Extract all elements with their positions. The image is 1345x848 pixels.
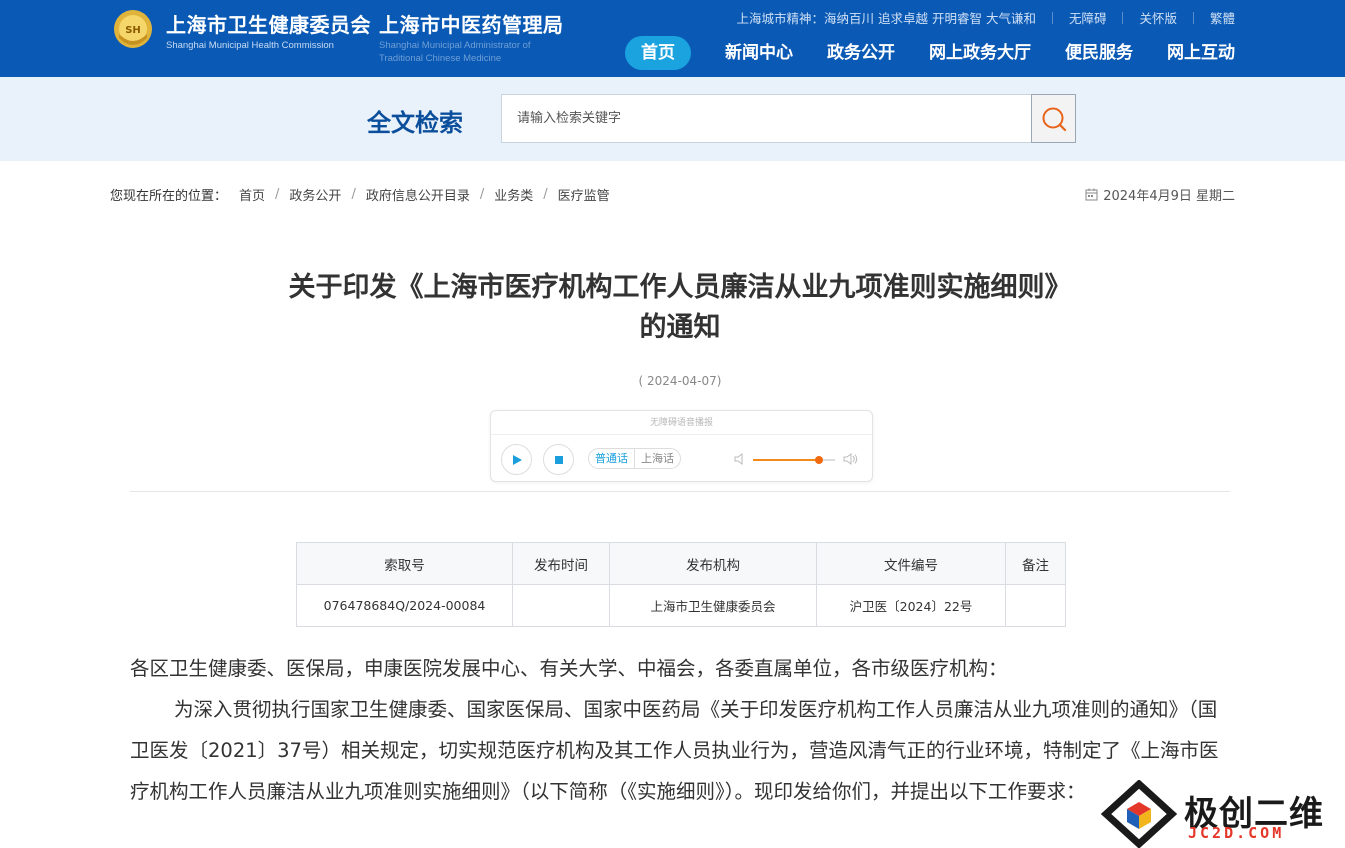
table-header-cell: 发布时间 — [512, 542, 610, 585]
table-header-cell: 发布机构 — [609, 542, 817, 585]
table-cell: 沪卫医〔2024〕22号 — [816, 584, 1006, 627]
volume-low-icon[interactable] — [734, 452, 746, 466]
document-info-table: 索取号 发布时间 发布机构 文件编号 备注 076478684Q/2024-00… — [296, 542, 1066, 627]
watermark-logo — [1100, 780, 1178, 848]
section-divider — [130, 491, 1230, 492]
table-cell — [1005, 584, 1066, 627]
watermark-domain: JC2D.COM — [1188, 824, 1285, 842]
city-spirit: 上海城市精神：海纳百川 追求卓越 开明睿智 大气谦和 — [736, 11, 1036, 26]
breadcrumb-separator: / — [543, 187, 548, 202]
nav-news-center[interactable]: 新闻中心 — [725, 36, 793, 70]
svg-text:SH: SH — [125, 25, 141, 36]
audio-player: 无障碍语音播报 普通话 上海话 — [490, 410, 873, 482]
health-commission-logo[interactable]: SH — [110, 8, 156, 50]
brand-health-commission[interactable]: 上海市卫生健康委员会 Shanghai Municipal Health Com… — [166, 9, 371, 51]
accessibility-link[interactable]: 无障碍 — [1069, 8, 1107, 27]
calendar-icon — [1085, 188, 1098, 201]
divider — [1192, 11, 1194, 24]
nav-online-service-hall[interactable]: 网上政务大厅 — [929, 36, 1031, 70]
search-icon — [1042, 107, 1066, 131]
search-button[interactable] — [1031, 94, 1076, 143]
volume-high-icon[interactable] — [843, 452, 859, 466]
table-header-cell: 索取号 — [296, 542, 513, 585]
brand-title: 上海市中医药管理局 — [379, 13, 564, 37]
table-cell — [512, 584, 610, 627]
table-header-cell: 备注 — [1005, 542, 1066, 585]
breadcrumb-lead: 您现在所在的位置： — [110, 189, 228, 204]
care-version-link[interactable]: 关怀版 — [1139, 8, 1177, 27]
date-text: 2024年4月9日 星期二 — [1103, 189, 1235, 204]
table-header-row: 索取号 发布时间 发布机构 文件编号 备注 — [296, 542, 1066, 585]
lang-mandarin[interactable]: 普通话 — [589, 449, 635, 468]
article-title: 关于印发《上海市医疗机构工作人员廉洁从业九项准则实施细则》 的通知 — [130, 268, 1230, 348]
divider — [1051, 11, 1053, 24]
breadcrumb-separator: / — [351, 187, 356, 202]
article-title-line2: 的通知 — [639, 312, 721, 343]
top-links: 上海城市精神：海纳百川 追求卓越 开明睿智 大气谦和 无障碍 关怀版 繁體 — [737, 8, 1235, 27]
breadcrumb-medical-supervision[interactable]: 医疗监管 — [558, 185, 610, 204]
table-cell: 上海市卫生健康委员会 — [609, 584, 817, 627]
search-input[interactable] — [501, 94, 1032, 143]
language-toggle: 普通话 上海话 — [588, 448, 681, 469]
volume-handle[interactable] — [814, 456, 823, 464]
breadcrumb: 您现在所在的位置： 首页 / 政务公开 / 政府信息公开目录 / 业务类 / 医… — [110, 185, 610, 204]
play-icon — [512, 454, 522, 465]
watermark: 极创二维 JC2D.COM — [1100, 780, 1345, 848]
breadcrumb-disclosure-directory[interactable]: 政府信息公开目录 — [366, 185, 470, 204]
publish-date: ( 2024-04-07) — [638, 374, 722, 388]
nav-home[interactable]: 首页 — [625, 36, 691, 70]
traditional-chinese-link[interactable]: 繁體 — [1210, 8, 1235, 27]
breadcrumb-separator: / — [479, 187, 485, 202]
nav-public-services[interactable]: 便民服务 — [1065, 36, 1133, 70]
volume-level — [753, 459, 819, 461]
brand-subtitle-line1: Shanghai Municipal Administrator of — [379, 40, 531, 51]
play-button[interactable] — [501, 444, 532, 475]
lang-shanghainese[interactable]: 上海话 — [635, 449, 680, 468]
table-row: 076478684Q/2024-00084 上海市卫生健康委员会 沪卫医〔202… — [296, 584, 1066, 627]
divider — [1122, 11, 1124, 24]
article-title-line1: 关于印发《上海市医疗机构工作人员廉洁从业九项准则实施细则》 — [288, 272, 1072, 303]
player-header: 无障碍语音播报 — [491, 411, 872, 435]
stop-button[interactable] — [543, 444, 574, 475]
breadcrumb-separator: / — [275, 187, 280, 202]
brand-subtitle-line2: Traditional Chinese Medicine — [379, 53, 502, 64]
breadcrumb-business-category[interactable]: 业务类 — [494, 185, 533, 204]
article-body: 各区卫生健康委、医保局，申康医院发展中心、有关大学、中福会，各委直属单位，各市级… — [130, 648, 1230, 812]
salutation: 各区卫生健康委、医保局，申康医院发展中心、有关大学、中福会，各委直属单位，各市级… — [130, 657, 1008, 680]
brand-tcm-administration[interactable]: 上海市中医药管理局 Shanghai Municipal Administrat… — [379, 9, 564, 64]
brand-title: 上海市卫生健康委员会 — [166, 13, 371, 37]
index-number: 076478684Q/2024-00084 — [323, 598, 486, 613]
index-number-cell: 076478684Q/2024-00084 — [296, 584, 513, 627]
breadcrumb-government-affairs[interactable]: 政务公开 — [289, 185, 341, 204]
volume-slider[interactable] — [753, 456, 835, 464]
nav-online-interaction[interactable]: 网上互动 — [1167, 36, 1235, 70]
site-header: SH 上海市卫生健康委员会 Shanghai Municipal Health … — [0, 0, 1345, 77]
table-header-cell: 文件编号 — [816, 542, 1006, 585]
brand-subtitle: Shanghai Municipal Health Commission — [166, 40, 334, 51]
breadcrumb-home[interactable]: 首页 — [239, 185, 265, 204]
nav-government-affairs[interactable]: 政务公开 — [827, 36, 895, 70]
stop-icon — [554, 455, 563, 464]
body-paragraph: 为深入贯彻执行国家卫生健康委、国家医保局、国家中医药局《关于印发医疗机构工作人员… — [130, 698, 1219, 803]
search-title: 全文检索 — [367, 109, 463, 137]
main-nav: 首页 新闻中心 政务公开 网上政务大厅 便民服务 网上互动 — [625, 36, 1235, 70]
current-date: 2024年4月9日 星期二 — [1085, 185, 1235, 204]
